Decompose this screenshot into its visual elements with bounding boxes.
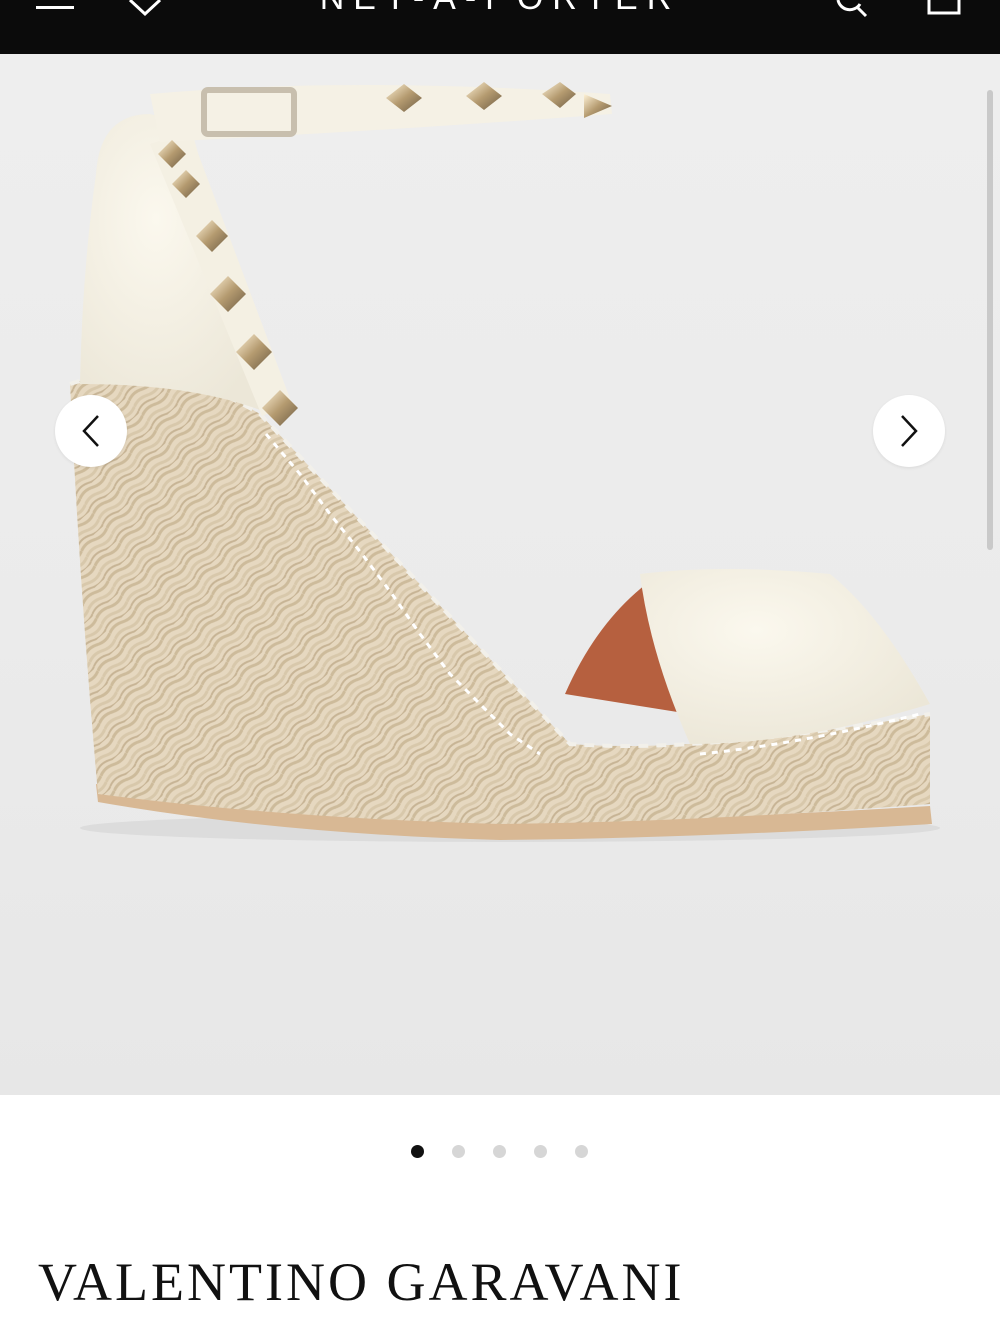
- search-icon[interactable]: [834, 0, 870, 18]
- chevron-right-icon: [901, 415, 918, 447]
- product-image: [69, 82, 940, 842]
- chevron-left-icon: [82, 415, 99, 447]
- next-image-button[interactable]: [873, 395, 945, 467]
- designer-name[interactable]: VALENTINO GARAVANI: [38, 1252, 685, 1312]
- previous-image-button[interactable]: [55, 395, 127, 467]
- gallery-pagination: [0, 1145, 1000, 1159]
- pagination-dot[interactable]: [411, 1145, 424, 1158]
- scrollbar[interactable]: [987, 90, 993, 550]
- top-navigation-bar: NET-A-PORTER: [0, 0, 1000, 54]
- pagination-dot[interactable]: [493, 1145, 506, 1158]
- product-image-gallery[interactable]: [0, 54, 1000, 1095]
- pagination-dot[interactable]: [575, 1145, 588, 1158]
- pagination-dot[interactable]: [534, 1145, 547, 1158]
- bag-icon[interactable]: [926, 0, 962, 16]
- pagination-dot[interactable]: [452, 1145, 465, 1158]
